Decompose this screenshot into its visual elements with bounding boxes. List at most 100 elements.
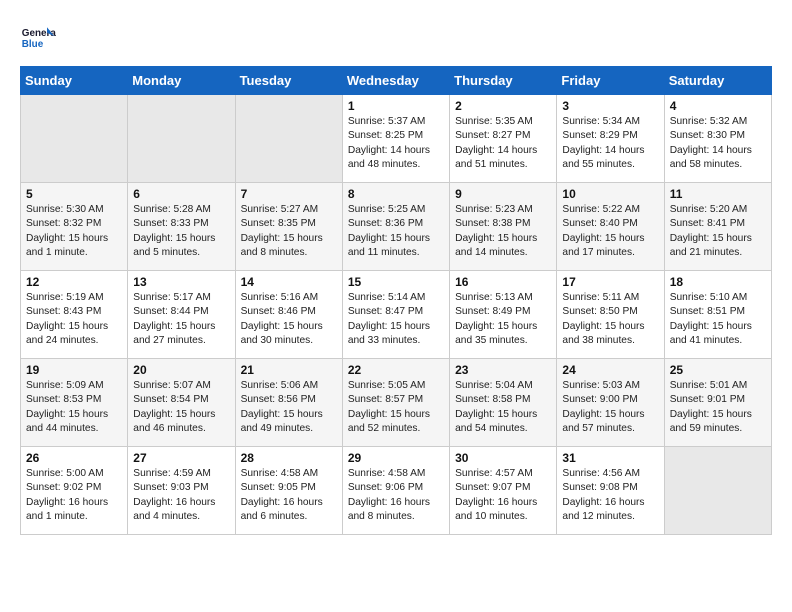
day-of-week-header: Saturday [664,67,771,95]
day-number: 18 [670,275,766,289]
calendar-cell: 13Sunrise: 5:17 AMSunset: 8:44 PMDayligh… [128,271,235,359]
calendar-cell: 15 Sunrise: 5:14 AMSunset: 8:47 PMDayligh… [342,271,449,359]
calendar-cell [128,95,235,183]
calendar-week-row: 5 Sunrise: 5:30 AMSunset: 8:32 PMDaylight… [21,183,772,271]
calendar-cell: 20 Sunrise: 5:07 AMSunset: 8:54 PMDayligh… [128,359,235,447]
day-number: 5 [26,187,122,201]
day-number: 30 [455,451,551,465]
day-info: Sunrise: 5:09 AMSunset: 8:53 PMDaylight:… [26,379,122,436]
calendar-cell: 9 Sunrise: 5:23 AMSunset: 8:38 PMDaylight… [450,183,557,271]
calendar-week-row: 1 Sunrise: 5:37 AMSunset: 8:25 PMDaylight… [21,95,772,183]
calendar-cell [664,447,771,535]
day-number: 17 [562,275,658,289]
day-info: Sunrise: 5:10 AMSunset: 8:51 PMDaylight:… [670,291,766,348]
calendar-cell: 1 Sunrise: 5:37 AMSunset: 8:25 PMDaylight… [342,95,449,183]
day-of-week-header: Sunday [21,67,128,95]
day-info: Sunrise: 4:57 AMSunset: 9:07 PMDaylight:… [455,467,551,524]
calendar-cell: 18 Sunrise: 5:10 AMSunset: 8:51 PMDayligh… [664,271,771,359]
calendar-cell: 5 Sunrise: 5:30 AMSunset: 8:32 PMDaylight… [21,183,128,271]
calendar-cell: 31 Sunrise: 4:56 AMSunset: 9:08 PMDayligh… [557,447,664,535]
calendar-cell: 10 Sunrise: 5:22 AMSunset: 8:40 PMDayligh… [557,183,664,271]
day-info: Sunrise: 5:22 AMSunset: 8:40 PMDaylight:… [562,203,658,260]
day-info: Sunrise: 5:06 AMSunset: 8:56 PMDaylight:… [241,379,337,436]
calendar-cell: 26 Sunrise: 5:00 AMSunset: 9:02 PMDayligh… [21,447,128,535]
calendar-cell: 14Sunrise: 5:16 AMSunset: 8:46 PMDayligh… [235,271,342,359]
day-number: 21 [241,363,337,377]
calendar-cell: 17 Sunrise: 5:11 AMSunset: 8:50 PMDayligh… [557,271,664,359]
calendar-week-row: 12 Sunrise: 5:19 AMSunset: 8:43 PMDayligh… [21,271,772,359]
day-number: 24 [562,363,658,377]
day-info: Sunrise: 5:32 AMSunset: 8:30 PMDaylight:… [670,115,766,172]
calendar-cell: 7 Sunrise: 5:27 AMSunset: 8:35 PMDaylight… [235,183,342,271]
calendar-cell: 29 Sunrise: 4:58 AMSunset: 9:06 PMDayligh… [342,447,449,535]
day-number: 4 [670,99,766,113]
day-info: Sunrise: 5:28 AMSunset: 8:33 PMDaylight:… [133,203,229,260]
calendar-table: SundayMondayTuesdayWednesdayThursdayFrid… [20,66,772,535]
day-number: 19 [26,363,122,377]
day-number: 10 [562,187,658,201]
day-of-week-header: Wednesday [342,67,449,95]
calendar-cell: 6 Sunrise: 5:28 AMSunset: 8:33 PMDaylight… [128,183,235,271]
day-number: 15 [348,275,444,289]
svg-text:Blue: Blue [22,39,44,50]
calendar-cell: 22Sunrise: 5:05 AMSunset: 8:57 PMDayligh… [342,359,449,447]
day-info: Sunrise: 5:35 AMSunset: 8:27 PMDaylight:… [455,115,551,172]
calendar-week-row: 19 Sunrise: 5:09 AMSunset: 8:53 PMDayligh… [21,359,772,447]
day-number: 6 [133,187,229,201]
calendar-cell [21,95,128,183]
calendar-cell: 25 Sunrise: 5:01 AMSunset: 9:01 PMDayligh… [664,359,771,447]
calendar-cell: 23Sunrise: 5:04 AMSunset: 8:58 PMDayligh… [450,359,557,447]
day-number: 3 [562,99,658,113]
day-info: Sunrise: 4:58 AMSunset: 9:05 PMDaylight:… [241,467,337,524]
day-info: Sunrise: 5:05 AMSunset: 8:57 PMDaylight:… [348,379,444,436]
day-number: 26 [26,451,122,465]
day-info: Sunrise: 5:00 AMSunset: 9:02 PMDaylight:… [26,467,122,524]
day-info: Sunrise: 5:27 AMSunset: 8:35 PMDaylight:… [241,203,337,260]
day-of-week-header: Friday [557,67,664,95]
day-number: 7 [241,187,337,201]
day-info: Sunrise: 4:58 AMSunset: 9:06 PMDaylight:… [348,467,444,524]
day-of-week-header: Monday [128,67,235,95]
day-number: 8 [348,187,444,201]
day-number: 9 [455,187,551,201]
day-info: Sunrise: 5:25 AMSunset: 8:36 PMDaylight:… [348,203,444,260]
logo: General Blue [20,20,56,56]
calendar-cell: 21 Sunrise: 5:06 AMSunset: 8:56 PMDayligh… [235,359,342,447]
day-info: Sunrise: 5:30 AMSunset: 8:32 PMDaylight:… [26,203,122,260]
day-number: 12 [26,275,122,289]
day-info: Sunrise: 5:17 AMSunset: 8:44 PMDaylight:… [133,291,229,348]
calendar-cell: 4 Sunrise: 5:32 AMSunset: 8:30 PMDaylight… [664,95,771,183]
day-number: 16 [455,275,551,289]
day-of-week-header: Thursday [450,67,557,95]
calendar-cell: 16 Sunrise: 5:13 AMSunset: 8:49 PMDayligh… [450,271,557,359]
day-number: 25 [670,363,766,377]
logo-icon: General Blue [20,20,56,56]
day-info: Sunrise: 5:07 AMSunset: 8:54 PMDaylight:… [133,379,229,436]
day-number: 20 [133,363,229,377]
day-info: Sunrise: 4:56 AMSunset: 9:08 PMDaylight:… [562,467,658,524]
calendar-cell [235,95,342,183]
day-number: 11 [670,187,766,201]
day-number: 2 [455,99,551,113]
day-of-week-header: Tuesday [235,67,342,95]
calendar-cell: 3 Sunrise: 5:34 AMSunset: 8:29 PMDaylight… [557,95,664,183]
calendar-cell: 30 Sunrise: 4:57 AMSunset: 9:07 PMDayligh… [450,447,557,535]
day-info: Sunrise: 5:14 AMSunset: 8:47 PMDaylight:… [348,291,444,348]
day-info: Sunrise: 5:37 AMSunset: 8:25 PMDaylight:… [348,115,444,172]
day-number: 28 [241,451,337,465]
calendar-cell: 19 Sunrise: 5:09 AMSunset: 8:53 PMDayligh… [21,359,128,447]
day-info: Sunrise: 5:34 AMSunset: 8:29 PMDaylight:… [562,115,658,172]
header: General Blue [20,20,772,56]
day-number: 14 [241,275,337,289]
calendar-cell: 28 Sunrise: 4:58 AMSunset: 9:05 PMDayligh… [235,447,342,535]
day-info: Sunrise: 5:13 AMSunset: 8:49 PMDaylight:… [455,291,551,348]
calendar-week-row: 26 Sunrise: 5:00 AMSunset: 9:02 PMDayligh… [21,447,772,535]
day-number: 31 [562,451,658,465]
day-info: Sunrise: 5:01 AMSunset: 9:01 PMDaylight:… [670,379,766,436]
day-info: Sunrise: 5:23 AMSunset: 8:38 PMDaylight:… [455,203,551,260]
day-info: Sunrise: 5:19 AMSunset: 8:43 PMDaylight:… [26,291,122,348]
day-number: 1 [348,99,444,113]
day-number: 29 [348,451,444,465]
day-info: Sunrise: 5:20 AMSunset: 8:41 PMDaylight:… [670,203,766,260]
day-info: Sunrise: 5:11 AMSunset: 8:50 PMDaylight:… [562,291,658,348]
